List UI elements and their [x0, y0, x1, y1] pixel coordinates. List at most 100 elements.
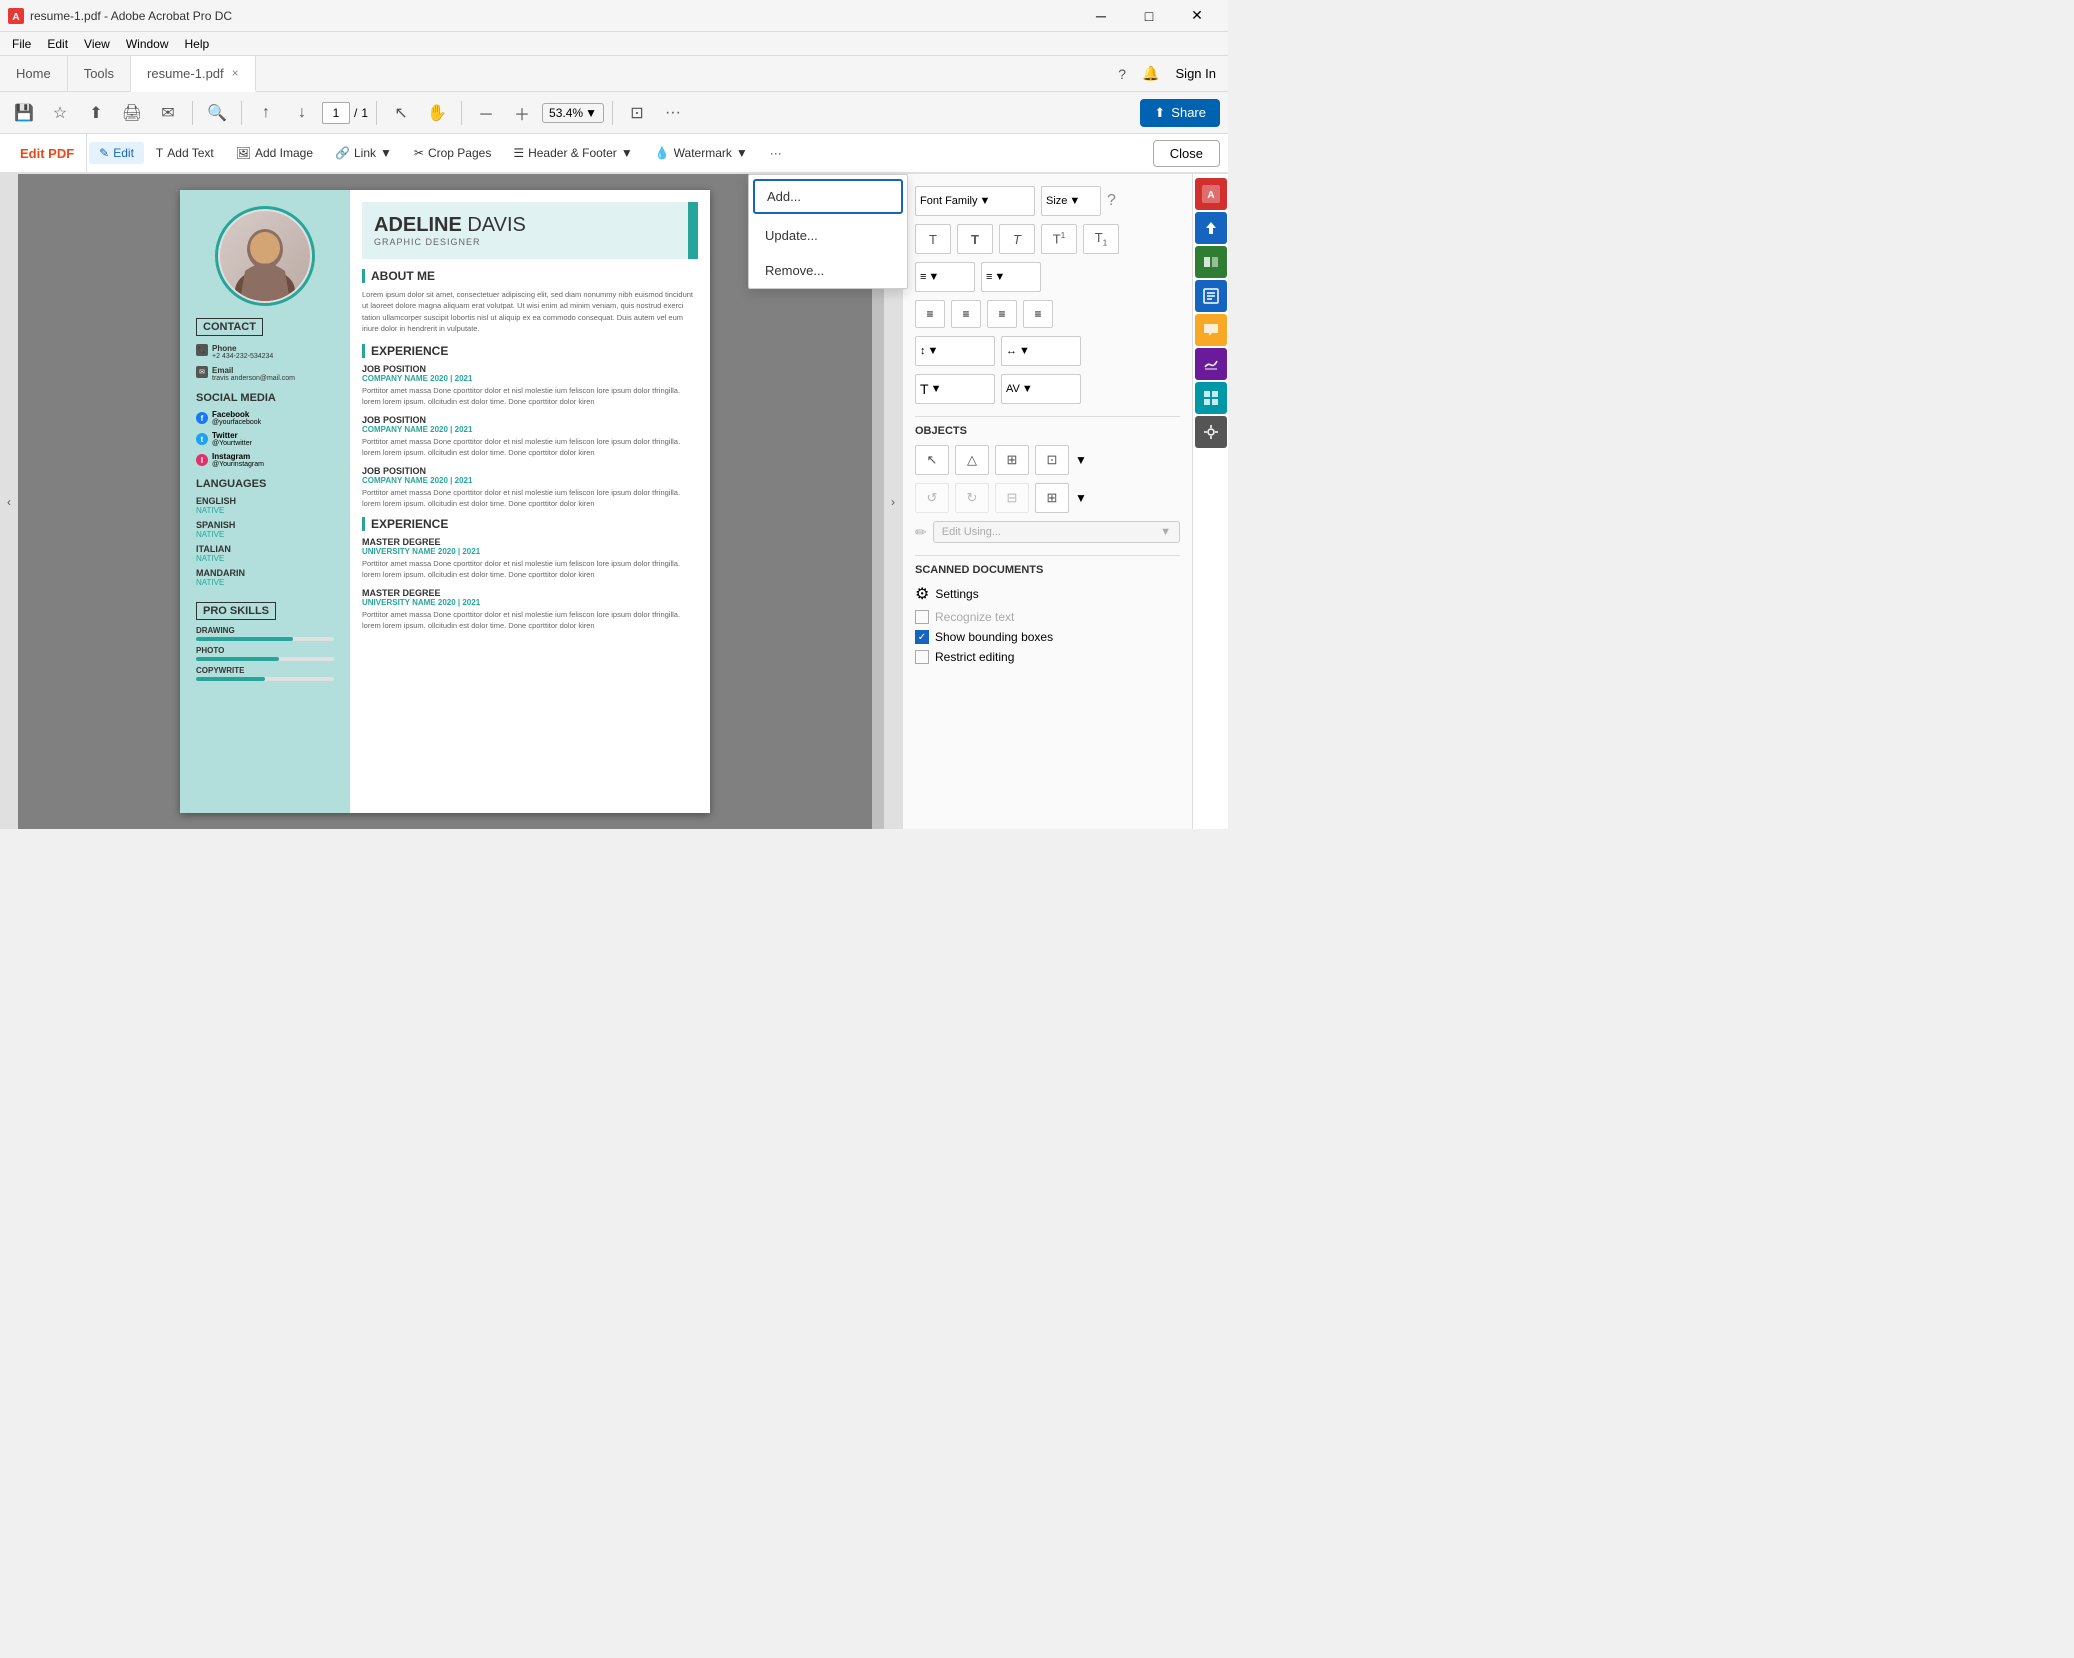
- job-2: JOB POSITION COMPANY NAME 2020 | 2021 Po…: [362, 415, 698, 458]
- flip-obj-button: ⊟: [995, 483, 1029, 513]
- svg-text:A: A: [1207, 190, 1214, 201]
- acrobat-tool-icon[interactable]: A: [1195, 178, 1227, 210]
- text-normal-button[interactable]: T: [915, 224, 951, 254]
- line-spacing-dropdown[interactable]: ↕▼: [915, 336, 995, 366]
- settings-tool-icon[interactable]: [1195, 416, 1227, 448]
- help-icon[interactable]: ?: [1118, 66, 1126, 82]
- recognize-checkbox[interactable]: [915, 610, 929, 624]
- fit-page-button[interactable]: ⊡: [621, 97, 653, 129]
- menu-edit[interactable]: Edit: [39, 35, 76, 53]
- menu-view[interactable]: View: [76, 35, 118, 53]
- page-input[interactable]: [322, 102, 350, 124]
- print-button[interactable]: 🖨: [116, 97, 148, 129]
- compare-tool-icon[interactable]: [1195, 246, 1227, 278]
- zoom-in-button[interactable]: ＋: [506, 97, 538, 129]
- toolbar-more-button[interactable]: ···: [657, 97, 689, 129]
- restrict-checkbox[interactable]: [915, 650, 929, 664]
- zoom-out-button[interactable]: －: [470, 97, 502, 129]
- tab-tools[interactable]: Tools: [68, 56, 131, 91]
- cursor-tool-button[interactable]: ↖: [385, 97, 417, 129]
- twitter-icon: t: [196, 433, 208, 445]
- bounding-checkbox[interactable]: ✓: [915, 630, 929, 644]
- bounding-label: Show bounding boxes: [935, 630, 1053, 644]
- objects-section: OBJECTS ↖ △ ⊞ ⊡ ▼ ↺ ↻ ⊟ ⊞ ▼ ✏ Edit Using…: [915, 425, 1180, 543]
- text-bold-button[interactable]: T: [957, 224, 993, 254]
- minimize-button[interactable]: ─: [1078, 1, 1124, 31]
- tab-home[interactable]: Home: [0, 56, 68, 91]
- maximize-button[interactable]: □: [1126, 1, 1172, 31]
- align-center-button[interactable]: ≡: [951, 300, 981, 328]
- facebook-icon: f: [196, 412, 208, 424]
- facebook-item: f Facebook @yourfacebook: [196, 410, 334, 426]
- watermark-button[interactable]: 💧 Watermark ▼: [645, 142, 758, 164]
- resume-left-column: CONTACT 📞 Phone +2 434-232-534234 ✉ Emai…: [180, 190, 350, 813]
- align-left-button[interactable]: ≡: [915, 300, 945, 328]
- color-row: T ▼ AV▼: [915, 374, 1180, 404]
- active-icon-svg: [1202, 287, 1220, 305]
- zoom-selector[interactable]: 53.4% ▼: [542, 103, 604, 123]
- instagram-item: I Instagram @Yourinstagram: [196, 452, 334, 468]
- align-justify-button[interactable]: ≡: [1023, 300, 1053, 328]
- prev-page-button[interactable]: ↑: [250, 97, 282, 129]
- link-button[interactable]: 🔗 Link ▼: [325, 142, 402, 164]
- header-footer-button[interactable]: ☰ Header & Footer ▼: [503, 142, 642, 164]
- edit-more-button[interactable]: ···: [760, 142, 792, 164]
- group-obj-button[interactable]: ⊡: [1035, 445, 1069, 475]
- add-text-button[interactable]: T Add Text: [146, 142, 224, 164]
- font-family-dropdown[interactable]: Font Family ▼: [915, 186, 1035, 216]
- text-italic-button[interactable]: T: [999, 224, 1035, 254]
- email-icon: ✉: [196, 366, 208, 378]
- font-color-dropdown[interactable]: T ▼: [915, 374, 995, 404]
- objects-row2-dropdown-icon[interactable]: ▼: [1075, 491, 1087, 505]
- organize-tool-icon[interactable]: [1195, 382, 1227, 414]
- menu-file[interactable]: File: [4, 35, 39, 53]
- list-type-dropdown-1[interactable]: ≡▼: [915, 262, 975, 292]
- comment-tool-icon[interactable]: [1195, 314, 1227, 346]
- settings-row: ⚙ Settings: [915, 584, 1180, 604]
- edit-pdf-label: Edit PDF: [8, 134, 87, 172]
- close-edit-button[interactable]: Close: [1153, 140, 1220, 167]
- text-superscript-button[interactable]: T1: [1041, 224, 1077, 254]
- settings-gear-icon: ⚙: [915, 584, 929, 604]
- upload-button[interactable]: ⬆: [80, 97, 112, 129]
- tab-pdf[interactable]: resume-1.pdf ×: [131, 56, 256, 92]
- edit-button[interactable]: ✎ Edit: [89, 142, 144, 164]
- font-size-dropdown[interactable]: Size ▼: [1041, 186, 1101, 216]
- bookmark-button[interactable]: ☆: [44, 97, 76, 129]
- add-image-button[interactable]: 🖼 Add Image: [226, 142, 323, 164]
- text-subscript-button[interactable]: T1: [1083, 224, 1119, 254]
- move-obj-button[interactable]: △: [955, 445, 989, 475]
- signature-tool-icon[interactable]: [1195, 348, 1227, 380]
- char-spacing-dropdown[interactable]: ↔▼: [1001, 336, 1081, 366]
- skills-heading: PRO SKILLS: [196, 602, 276, 620]
- crop-pages-button[interactable]: ✂ Crop Pages: [404, 142, 501, 164]
- save-button[interactable]: 💾: [8, 97, 40, 129]
- edit-pdf-toolbar: Edit PDF ✎ Edit T Add Text 🖼 Add Image 🔗…: [0, 134, 1228, 174]
- edit-using-dropdown[interactable]: Edit Using... ▼: [933, 521, 1180, 543]
- next-page-button[interactable]: ↓: [286, 97, 318, 129]
- export-tool-icon[interactable]: [1195, 212, 1227, 244]
- search-button[interactable]: 🔍: [201, 97, 233, 129]
- instagram-icon: I: [196, 454, 208, 466]
- align-right-button[interactable]: ≡: [987, 300, 1017, 328]
- more-obj-button[interactable]: ⊞: [1035, 483, 1069, 513]
- left-panel-toggle[interactable]: ‹: [0, 174, 18, 829]
- hand-tool-button[interactable]: ✋: [421, 97, 453, 129]
- list-type-dropdown-2[interactable]: ≡▼: [981, 262, 1041, 292]
- menu-help[interactable]: Help: [177, 35, 218, 53]
- watermark-remove-item[interactable]: Remove...: [749, 253, 907, 288]
- crop-obj-button[interactable]: ⊞: [995, 445, 1029, 475]
- tab-close-icon[interactable]: ×: [232, 66, 239, 80]
- char-scale-dropdown[interactable]: AV▼: [1001, 374, 1081, 404]
- close-button[interactable]: ✕: [1174, 1, 1220, 31]
- objects-dropdown-icon[interactable]: ▼: [1075, 453, 1087, 467]
- watermark-add-item[interactable]: Add...: [753, 179, 903, 214]
- menu-window[interactable]: Window: [118, 35, 177, 53]
- email-button[interactable]: ✉: [152, 97, 184, 129]
- bell-icon[interactable]: 🔔: [1142, 65, 1159, 82]
- share-button[interactable]: ⬆ Share: [1140, 99, 1220, 127]
- watermark-update-item[interactable]: Update...: [749, 218, 907, 253]
- select-obj-button[interactable]: ↖: [915, 445, 949, 475]
- sign-in-button[interactable]: Sign In: [1176, 66, 1216, 81]
- edit-active-tool-icon[interactable]: [1195, 280, 1227, 312]
